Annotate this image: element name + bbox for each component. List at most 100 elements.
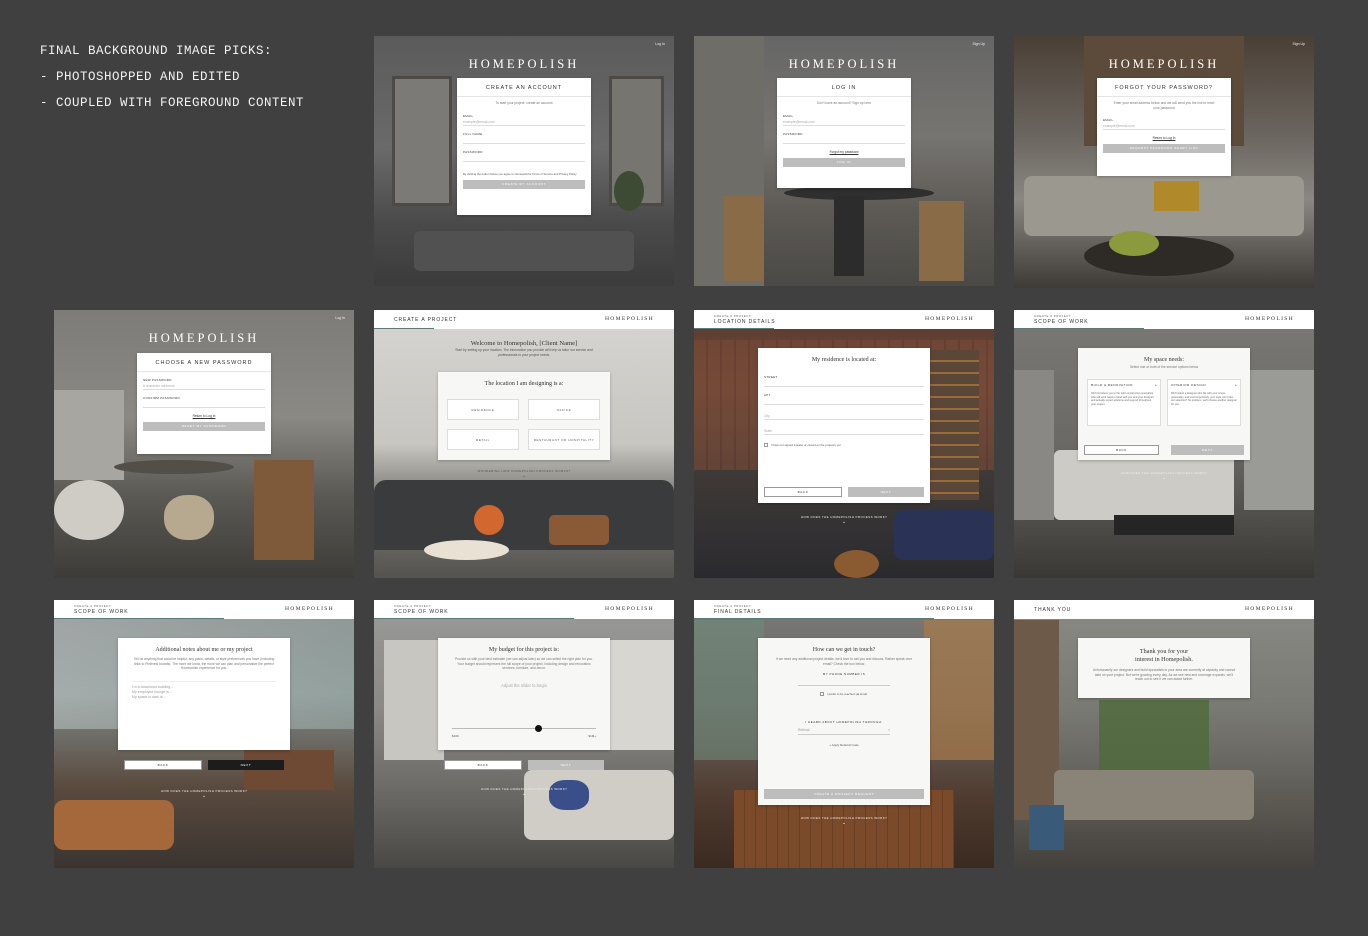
option-office[interactable]: OFFICE	[528, 399, 600, 420]
progress-bar	[374, 327, 434, 329]
chevron-down-icon[interactable]: ⌄	[374, 791, 674, 797]
log-in-button[interactable]: LOG IN	[783, 157, 905, 167]
email-checkbox-row[interactable]: I prefer to be reached via email	[820, 692, 930, 696]
panel-final-details: CREATE A PROJECT FINAL DETAILS HOMEPOLIS…	[694, 600, 994, 868]
password-label: PASSWORD	[783, 131, 803, 136]
logo[interactable]: HOMEPOLISH	[1014, 57, 1314, 72]
email-label: EMAIL	[1103, 118, 1114, 122]
notes-textarea[interactable]: I'm a downtown building... My employee l…	[132, 680, 276, 733]
notes-line-1: - PHOTOSHOPPED AND EDITED	[40, 70, 241, 84]
next-button[interactable]: NEXT	[528, 760, 604, 770]
email-field[interactable]: example@email.com	[783, 119, 905, 126]
location-type-card: The location I am designing is a: RESIDE…	[438, 372, 610, 460]
select-value: Referral	[798, 728, 810, 732]
header-kicker: CREATE A PROJECT	[1034, 314, 1072, 318]
chevron-down-icon[interactable]: ⌄	[374, 473, 674, 479]
logo[interactable]: HOMEPOLISH	[54, 331, 354, 346]
header-logo[interactable]: HOMEPOLISH	[605, 316, 654, 322]
back-button[interactable]: BACK	[444, 760, 522, 770]
login-link[interactable]: Log In	[655, 42, 665, 46]
next-button[interactable]: NEXT	[848, 487, 924, 497]
street-label: STREET	[764, 375, 778, 379]
header-logo[interactable]: HOMEPOLISH	[925, 606, 974, 612]
logo[interactable]: HOMEPOLISH	[374, 57, 674, 72]
back-button[interactable]: BACK	[1084, 445, 1159, 455]
name-field[interactable]	[463, 137, 585, 144]
email-field[interactable]: example@email.com	[1103, 123, 1225, 130]
panel-create-account: Log In HOMEPOLISH CREATE AN ACCOUNT To s…	[374, 36, 674, 286]
notes-subtitle: Tell us anything that could be helpful: …	[133, 657, 275, 670]
option-restaurant[interactable]: RESTAURANT OR HOSPITALITY	[528, 429, 600, 450]
header: CREATE A PROJECT LOCATION DETAILS HOMEPO…	[694, 310, 994, 329]
phone-field[interactable]	[798, 679, 890, 686]
space-needs-subtitle: Select one or both of the service option…	[1129, 365, 1199, 369]
header-logo[interactable]: HOMEPOLISH	[285, 606, 334, 612]
header: CREATE A PROJECT SCOPE OF WORK HOMEPOLIS…	[54, 600, 354, 619]
return-to-login-link[interactable]: Return to Log In	[1097, 136, 1231, 140]
header-kicker: CREATE A PROJECT	[394, 604, 432, 608]
confirm-password-field[interactable]	[143, 401, 265, 408]
progress-bar	[694, 327, 774, 329]
apt-field[interactable]	[764, 398, 924, 405]
log-in-card: LOG IN Don't have an account? Sign up he…	[777, 78, 911, 188]
progress-bar	[374, 617, 574, 619]
chevron-down-icon[interactable]: ⌄	[54, 793, 354, 799]
heard-label: I HEARD ABOUT HOMEPOLISH THROUGH:	[805, 720, 883, 724]
thank-you-body: Unfortunately our designers and build sp…	[1092, 668, 1236, 681]
back-button[interactable]: BACK	[124, 760, 202, 770]
return-to-login-link[interactable]: Return to Log In	[137, 414, 271, 418]
phone-label: MY PHONE NUMBER IS	[822, 672, 866, 676]
next-button[interactable]: NEXT	[1171, 445, 1244, 455]
signup-link[interactable]: Sign Up	[1293, 42, 1305, 46]
card-title: CHOOSE A NEW PASSWORD	[137, 353, 271, 372]
header-kicker: CREATE A PROJECT	[714, 604, 752, 608]
panel-forgot-password: Sign Up HOMEPOLISH FORGOT YOUR PASSWORD?…	[1014, 36, 1314, 288]
option-build-renovation[interactable]: BUILD & RENOVATION + We'll introduce you …	[1087, 379, 1161, 426]
apply-referral-link[interactable]: + Apply Referral Code	[758, 743, 930, 747]
logo[interactable]: HOMEPOLISH	[694, 57, 994, 72]
password-field[interactable]	[463, 155, 585, 162]
header-logo[interactable]: HOMEPOLISH	[605, 606, 654, 612]
chevron-down-icon[interactable]: ⌄	[694, 519, 994, 525]
city-field[interactable]: City	[764, 413, 924, 420]
password-label: PASSWORD	[463, 149, 483, 154]
checkbox[interactable]	[764, 443, 768, 447]
signup-link[interactable]: Sign Up	[973, 42, 985, 46]
nav-buttons: BACK NEXT	[124, 760, 284, 770]
new-password-field[interactable]: 8 character minimum	[143, 383, 265, 390]
header-logo[interactable]: HOMEPOLISH	[1245, 606, 1294, 612]
panel-location-details: CREATE A PROJECT LOCATION DETAILS HOMEPO…	[694, 310, 994, 578]
state-field[interactable]: State	[764, 428, 924, 435]
email-field[interactable]: example@email.com	[463, 119, 585, 126]
create-request-button[interactable]: CREATE A PROJECT REQUEST	[764, 789, 924, 799]
card-subtitle: Enter your email address below and we wi…	[1113, 101, 1215, 110]
card-title: CREATE AN ACCOUNT	[457, 78, 591, 97]
card-subtitle: Don't have an account? Sign up here	[816, 101, 872, 105]
budget-slider[interactable]	[452, 725, 596, 732]
reset-password-button[interactable]: RESET MY PASSWORD	[143, 422, 265, 431]
option-interior-design[interactable]: INTERIOR DESIGN + We'll select a designer…	[1167, 379, 1241, 426]
notes-title: FINAL BACKGROUND IMAGE PICKS:	[40, 44, 273, 58]
email-label: EMAIL	[463, 113, 474, 118]
street-field[interactable]	[764, 380, 924, 387]
panel-new-password: Log In HOMEPOLISH CHOOSE A NEW PASSWORD …	[54, 310, 354, 578]
password-field[interactable]	[783, 137, 905, 144]
forgot-password-link[interactable]: Forgot my password	[777, 150, 911, 154]
create-account-button[interactable]: CREATE MY ACCOUNT	[463, 179, 585, 189]
slider-thumb[interactable]	[534, 725, 542, 732]
reset-link-button[interactable]: REQUEST PASSWORD RESET LINK	[1103, 144, 1225, 153]
option-residence[interactable]: RESIDENCE	[447, 399, 519, 420]
referral-select[interactable]: Referral ▾	[798, 728, 890, 735]
back-button[interactable]: BACK	[764, 487, 842, 497]
option-retail[interactable]: RETAIL	[447, 429, 519, 450]
chevron-down-icon[interactable]: ⌄	[694, 820, 994, 826]
space-needs-card: My space needs: Select one or both of th…	[1078, 348, 1250, 460]
thank-you-card: Thank you for your interest in Homepolis…	[1078, 638, 1250, 698]
next-button[interactable]: NEXT	[208, 760, 284, 770]
header-logo[interactable]: HOMEPOLISH	[925, 316, 974, 322]
login-link[interactable]: Log In	[335, 316, 345, 320]
checkbox[interactable]	[820, 692, 824, 696]
lease-checkbox-row[interactable]: I have not signed a lease or closed on t…	[764, 443, 924, 447]
header-logo[interactable]: HOMEPOLISH	[1245, 316, 1294, 322]
chevron-down-icon[interactable]: ⌄	[1014, 475, 1314, 481]
